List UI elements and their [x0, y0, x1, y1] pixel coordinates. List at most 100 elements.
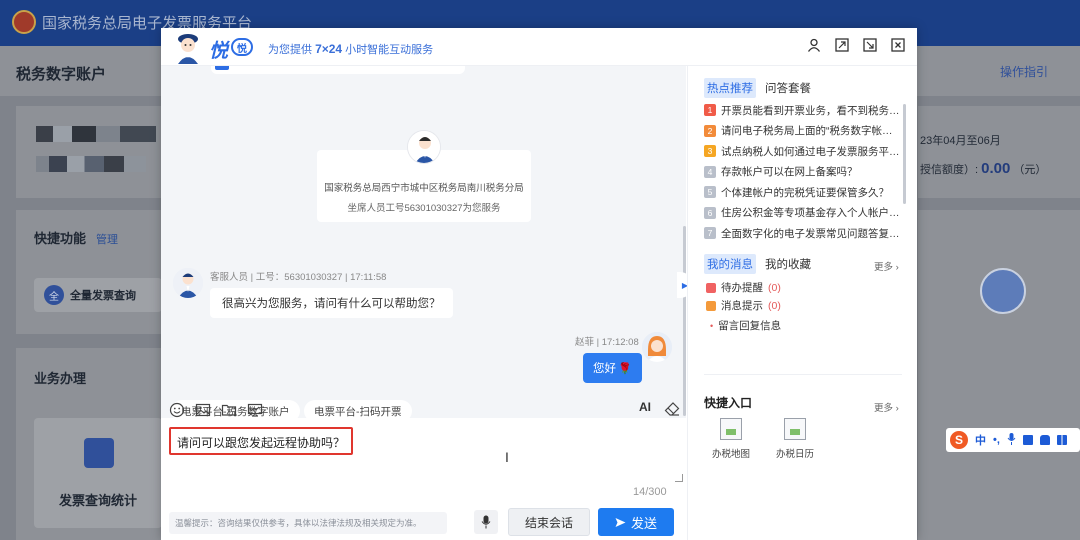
- previous-message-bubble: [211, 66, 465, 74]
- chat-messages[interactable]: 国家税务总局西宁市城中区税务局南川税务分局 坐席人员工号56301030327为…: [161, 66, 686, 418]
- full-invoice-query-label: 全量发票查询: [70, 290, 136, 302]
- screenshot-icon[interactable]: [247, 402, 263, 418]
- close-icon[interactable]: [891, 38, 905, 52]
- hot-question-item[interactable]: 5 个体建帐户的完税凭证要保管多久？: [704, 182, 902, 203]
- tax-calendar-label: 办税日历: [775, 449, 814, 460]
- tax-calendar-icon: [784, 418, 806, 440]
- rank-badge: 5: [704, 186, 716, 199]
- ime-voice-icon[interactable]: [1007, 432, 1016, 448]
- full-invoice-query-button[interactable]: 全 全量发票查询: [34, 278, 162, 312]
- todo-label: 待办提醒: [721, 282, 763, 294]
- send-button[interactable]: 发送: [598, 508, 674, 536]
- user-message-text: 您好: [593, 363, 616, 375]
- chat-dialog: 悦 悦 为您提供 7×24 小时智能互动服务 国家税务总局西宁市城中区税务局南川…: [161, 28, 917, 540]
- notice-count: (0): [768, 299, 781, 312]
- ime-language[interactable]: 中: [975, 432, 986, 448]
- voice-input-button[interactable]: [474, 510, 498, 534]
- messages-more-link[interactable]: 更多 ›: [874, 259, 899, 273]
- rank-badge: 7: [704, 227, 716, 240]
- image-icon[interactable]: [195, 402, 211, 418]
- user-icon[interactable]: [807, 38, 821, 52]
- reply-info[interactable]: • 留言回复信息: [710, 318, 781, 333]
- user-message-meta: 赵菲 | 17:12:08: [575, 337, 639, 348]
- rose-emoji-icon: 🌹: [618, 362, 632, 375]
- assistant-avatar[interactable]: [980, 268, 1026, 314]
- previous-message-fragment: [215, 66, 229, 70]
- maximize-icon[interactable]: [835, 38, 849, 52]
- hot-question-text: 住房公积金等专项基金存入个人帐户…: [721, 207, 900, 220]
- info-side-panel: 热点推荐 问答套餐 1 开票员能看到开票业务，看不到税务… 2 请问电子税务局上面的“…: [687, 66, 917, 540]
- todo-count: (0): [768, 281, 781, 294]
- ai-assist-button[interactable]: AI: [639, 400, 651, 414]
- message-notice[interactable]: 消息提示 (0): [706, 298, 781, 313]
- invoice-stats-tile[interactable]: 发票查询统计: [34, 418, 162, 528]
- ime-punctuation[interactable]: •,: [993, 434, 1000, 446]
- sogou-logo-icon: S: [950, 431, 968, 449]
- hot-question-list: 1 开票员能看到开票业务，看不到税务… 2 请问电子税务局上面的“税务数字帐… 3 试点纳…: [704, 100, 902, 244]
- account-summary-card: [918, 106, 1080, 198]
- hot-question-item[interactable]: 4 存款帐户可以在网上备案吗？: [704, 162, 902, 183]
- send-icon: [615, 517, 626, 527]
- tab-qa-package[interactable]: 问答套餐: [762, 78, 814, 98]
- ime-toolbar[interactable]: S 中 •,: [946, 428, 1080, 452]
- quick-question-chip[interactable]: 电票平台-扫码开票: [304, 400, 412, 418]
- hot-question-item[interactable]: 2 请问电子税务局上面的“税务数字帐…: [704, 121, 902, 142]
- message-tabs: 我的消息 我的收藏: [704, 254, 814, 274]
- resize-handle[interactable]: [675, 474, 683, 482]
- hot-question-item[interactable]: 6 住房公积金等专项基金存入个人帐户…: [704, 203, 902, 224]
- eraser-icon[interactable]: [664, 401, 680, 417]
- tax-map-icon: [720, 418, 742, 440]
- business-title: 业务办理: [34, 371, 87, 386]
- ime-keyboard-icon[interactable]: [1022, 435, 1033, 445]
- tab-my-messages[interactable]: 我的消息: [704, 254, 756, 274]
- rank-badge: 3: [704, 145, 716, 158]
- reply-dot-icon: •: [710, 320, 714, 331]
- hot-question-text: 开票员能看到开票业务，看不到税务…: [721, 104, 900, 117]
- credit-limit: 授信额度）: 0.00 （元）: [920, 160, 1047, 177]
- guide-link[interactable]: 操作指引: [1000, 63, 1048, 80]
- message-input-text[interactable]: 请问可以跟您发起远程协助吗？: [169, 427, 354, 455]
- rank-badge: 1: [704, 104, 716, 117]
- agent-org: 国家税务总局西宁市城中区税务局南川税务分局: [324, 183, 524, 194]
- ime-skin-icon[interactable]: [1039, 435, 1050, 445]
- ime-toolbox-icon[interactable]: [1056, 435, 1067, 445]
- emoji-icon[interactable]: [169, 402, 185, 418]
- invoice-search-icon: [84, 438, 114, 468]
- end-session-button[interactable]: 结束会话: [508, 508, 590, 536]
- tab-my-favorites[interactable]: 我的收藏: [762, 254, 814, 274]
- quick-func-title: 快捷功能: [34, 231, 87, 246]
- hot-question-item[interactable]: 1 开票员能看到开票业务，看不到税务…: [704, 100, 902, 121]
- folder-icon[interactable]: [221, 402, 237, 418]
- input-toolbar: [169, 402, 263, 418]
- hot-question-item[interactable]: 7 全面数字化的电子发票常见问题答复…: [704, 223, 902, 244]
- disclaimer-hint: 温馨提示：咨询结果仅供参考，具体以法律法规及相关规定为准。: [169, 512, 447, 534]
- text-cursor-icon: I: [505, 449, 509, 465]
- tax-map-label: 办税地图: [711, 449, 750, 460]
- side-card: [918, 210, 1080, 540]
- hot-list-scrollbar[interactable]: [903, 104, 906, 204]
- send-label: 发送: [630, 515, 657, 531]
- entries-more-link[interactable]: 更多 ›: [874, 400, 899, 414]
- notice-icon: [706, 300, 716, 311]
- tax-map-entry[interactable]: 办税地图: [708, 418, 754, 460]
- tab-hot-recommend[interactable]: 热点推荐: [704, 78, 756, 98]
- hot-question-text: 个体建帐户的完税凭证要保管多久？: [721, 186, 889, 199]
- hot-question-text: 试点纳税人如何通过电子发票服务平…: [721, 145, 900, 158]
- manage-link[interactable]: 管理: [96, 231, 118, 247]
- hot-question-item[interactable]: 3 试点纳税人如何通过电子发票服务平…: [704, 141, 902, 162]
- rank-badge: 6: [704, 206, 716, 219]
- agent-message-bubble: 很高兴为您服务，请问有什么可以帮助您？: [210, 288, 453, 318]
- minimize-icon[interactable]: [863, 38, 877, 52]
- section-divider: [704, 374, 902, 375]
- message-input[interactable]: 请问可以跟您发起远程协助吗？ I: [169, 423, 683, 483]
- quick-entry-title: 快捷入口: [704, 396, 753, 410]
- notice-label: 消息提示: [721, 300, 763, 312]
- masked-info: [36, 126, 156, 142]
- hot-question-text: 全面数字化的电子发票常见问题答复…: [721, 227, 900, 240]
- todo-reminder[interactable]: 待办提醒 (0): [706, 280, 781, 295]
- user-message-bubble: 您好 🌹: [583, 353, 642, 383]
- reply-label: 留言回复信息: [718, 320, 782, 332]
- tax-calendar-entry[interactable]: 办税日历: [772, 418, 818, 460]
- dialog-header: 悦 悦 为您提供 7×24 小时智能互动服务: [161, 28, 917, 66]
- chat-scrollbar[interactable]: [683, 226, 686, 416]
